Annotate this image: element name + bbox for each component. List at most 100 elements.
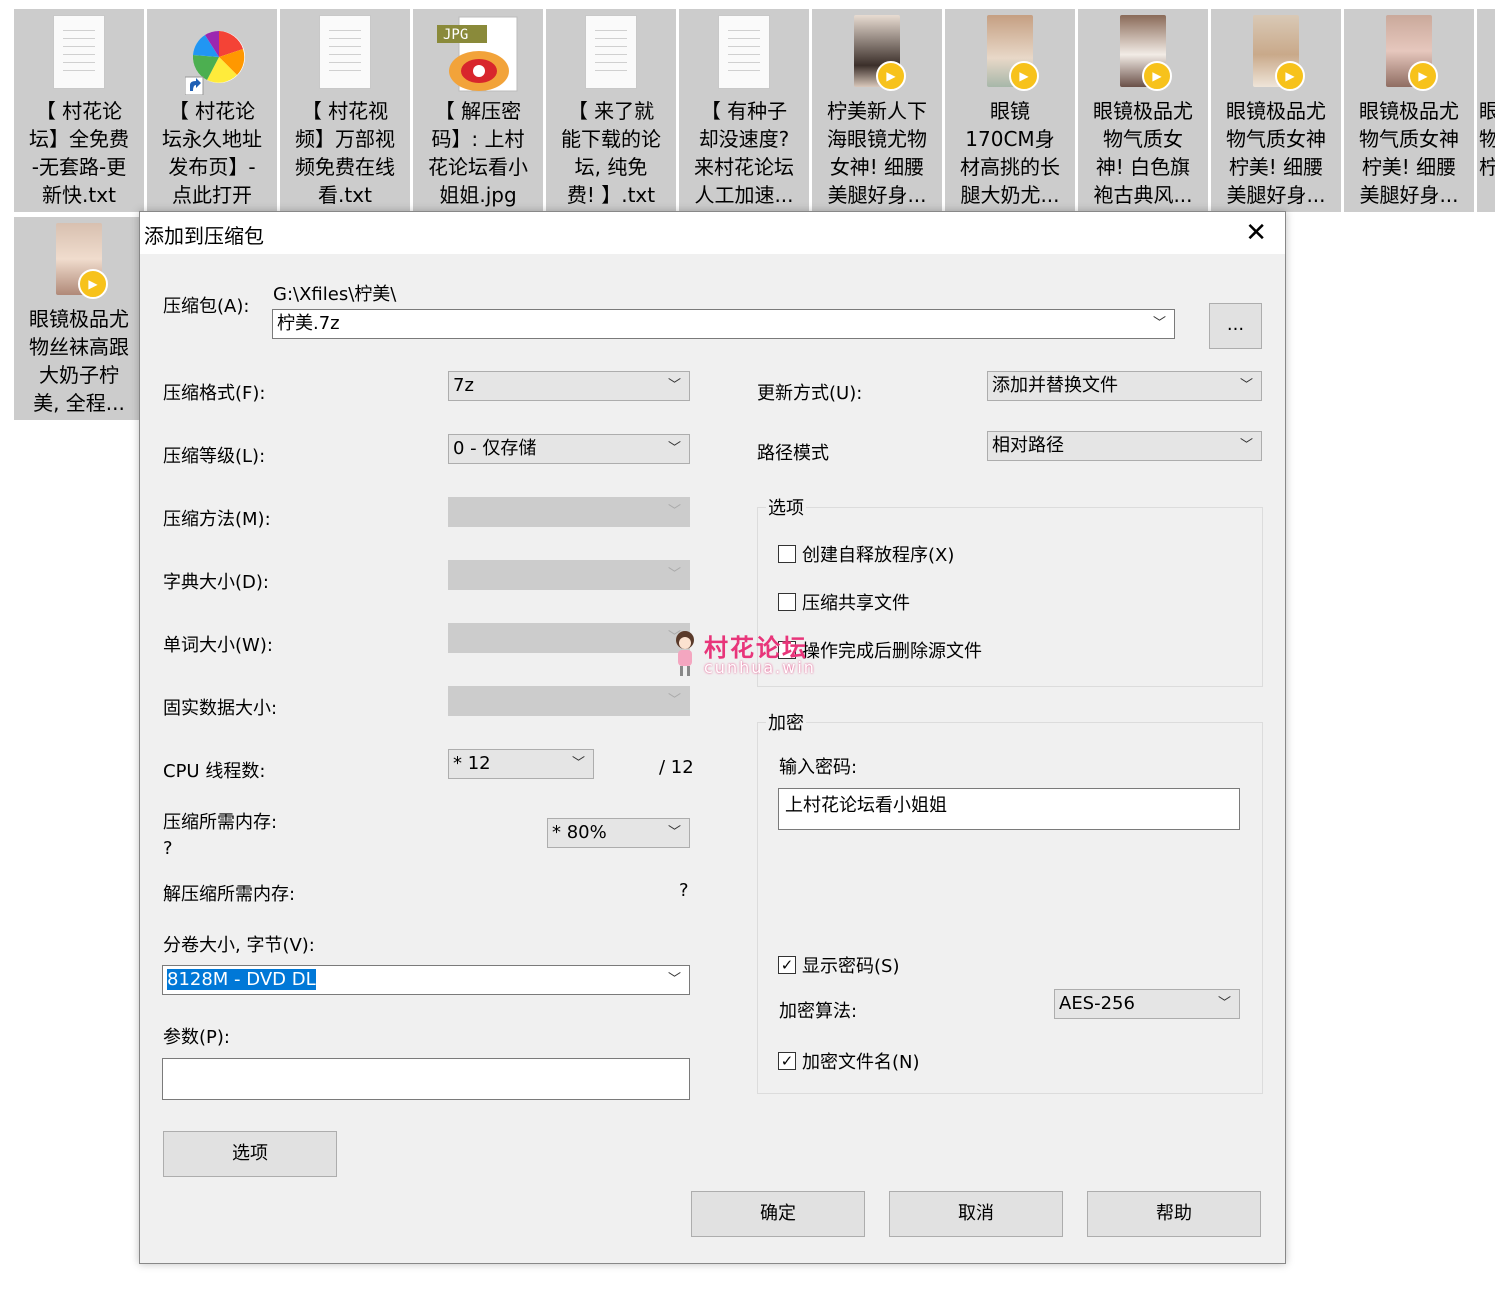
video-thumbnail: ▶	[1249, 15, 1305, 95]
play-icon: ▶	[78, 269, 108, 299]
help-button[interactable]: 帮助	[1087, 1191, 1261, 1237]
video-thumbnail: ▶	[983, 15, 1039, 95]
browse-button[interactable]: ...	[1209, 303, 1262, 349]
checkbox-unchecked-icon	[778, 641, 796, 659]
level-label: 压缩等级(L):	[163, 446, 266, 467]
file-item[interactable]: ▶ 眼镜极品尤 物丝袜高跟 大奶子柠 美, 全程...	[14, 217, 144, 420]
dialog-title: 添加到压缩包	[144, 224, 264, 248]
chevron-down-icon: ﹀	[667, 504, 681, 519]
video-thumbnail: ▶	[1382, 15, 1438, 95]
delete-label: 操作完成后删除源文件	[802, 641, 982, 662]
mem-percent-select[interactable]: * 80% ﹀	[547, 818, 690, 848]
file-item[interactable]: ▶ 眼镜极品尤 物气质女神 柠美! 细腰 美腿好身...	[1344, 9, 1474, 212]
show-password-label: 显示密码(S)	[802, 956, 900, 977]
archive-label: 压缩包(A):	[163, 296, 250, 317]
file-item[interactable]: ▶ 柠美新人下 海眼镜尤物 女神! 细腰 美腿好身...	[812, 9, 942, 212]
word-label: 单词大小(W):	[163, 635, 273, 656]
archive-name-combo[interactable]: 柠美.7z ﹀	[272, 309, 1175, 339]
dict-select: ﹀	[448, 560, 690, 590]
text-file-icon	[717, 15, 771, 95]
video-thumbnail: ▶	[1116, 15, 1172, 95]
video-thumbnail: ▶	[850, 15, 906, 95]
chevron-down-icon: ﹀	[667, 441, 681, 456]
cancel-button[interactable]: 取消	[889, 1191, 1063, 1237]
checkbox-unchecked-icon	[778, 545, 796, 563]
text-file-icon	[584, 15, 638, 95]
play-icon: ▶	[1408, 61, 1438, 91]
cpu-select[interactable]: * 12 ﹀	[448, 749, 594, 779]
file-name: 眼镜 170CM身 材高挑的长 腿大奶尤...	[960, 99, 1060, 207]
file-item[interactable]: 【 来了就 能下载的论 坛, 纯免 费! 】.txt	[546, 9, 676, 212]
chevron-down-icon: ﹀	[667, 693, 681, 708]
chevron-down-icon: ﹀	[667, 825, 681, 840]
play-icon: ▶	[1009, 61, 1039, 91]
dialog-titlebar: 添加到压缩包 ✕	[140, 212, 1285, 254]
path-select[interactable]: 相对路径 ﹀	[987, 431, 1262, 461]
checkbox-unchecked-icon	[778, 593, 796, 611]
file-item[interactable]: 【 村花论 坛永久地址 发布页】- 点此打开	[147, 9, 277, 212]
update-label: 更新方式(U):	[757, 383, 863, 404]
cpu-value: * 12	[453, 753, 491, 774]
params-label: 参数(P):	[163, 1027, 230, 1048]
file-name: 【 解压密 码】: 上村 花论坛看小 姐姐.jpg	[428, 99, 528, 207]
file-item[interactable]: ▶ 眼镜极品尤 物气质女 神! 白色旗 袍古典风...	[1078, 9, 1208, 212]
word-select: ﹀	[448, 623, 690, 653]
encrypt-names-checkbox[interactable]: ✓ 加密文件名(N)	[778, 1048, 920, 1074]
password-label: 输入密码:	[779, 757, 858, 778]
close-icon[interactable]: ✕	[1245, 218, 1267, 248]
file-item[interactable]: 【 有种子 却没速度? 来村花论坛 人工加速...	[679, 9, 809, 212]
file-item[interactable]: 【 村花论 坛】全免费 -无套路-更 新快.txt	[14, 9, 144, 212]
file-item[interactable]: ▶ 眼镜 170CM身 材高挑的长 腿大奶尤...	[945, 9, 1075, 212]
file-name: 眼镜极品尤 物气质女神 柠美! 细腰 美腿好身...	[1226, 99, 1326, 207]
video-thumbnail: ▶	[52, 223, 108, 303]
level-value: 0 - 仅存储	[453, 438, 537, 459]
chevron-down-icon: ﹀	[667, 972, 681, 987]
play-icon: ▶	[876, 61, 906, 91]
update-select[interactable]: 添加并替换文件 ﹀	[987, 371, 1262, 401]
ok-button[interactable]: 确定	[691, 1191, 865, 1237]
level-select[interactable]: 0 - 仅存储 ﹀	[448, 434, 690, 464]
chevron-down-icon: ﹀	[667, 567, 681, 582]
archive-name-value: 柠美.7z	[277, 313, 340, 334]
text-file-icon	[318, 15, 372, 95]
file-name: 【 村花视 频】万部视 频免费在线 看.txt	[295, 99, 395, 207]
shared-label: 压缩共享文件	[802, 593, 910, 614]
mem-decomp-value: ?	[679, 880, 689, 901]
format-select[interactable]: 7z ﹀	[448, 371, 690, 401]
path-label: 路径模式	[757, 443, 829, 464]
chevron-down-icon: ﹀	[1217, 996, 1231, 1011]
mem-comp-label: 压缩所需内存:	[163, 812, 278, 833]
sfx-checkbox[interactable]: 创建自释放程序(X)	[778, 541, 954, 567]
file-name: 眼镜极品尤 物气质女神 柠美! 细腰 美腿好身...	[1359, 99, 1459, 207]
sfx-label: 创建自释放程序(X)	[802, 545, 955, 566]
volume-label: 分卷大小, 字节(V):	[163, 935, 315, 956]
file-name: 【 来了就 能下载的论 坛, 纯免 费! 】.txt	[561, 99, 661, 207]
file-name: 【 有种子 却没速度? 来村花论坛 人工加速...	[694, 99, 794, 207]
archive-path: G:\Xfiles\柠美\	[273, 284, 397, 305]
file-item[interactable]: 【 村花视 频】万部视 频免费在线 看.txt	[280, 9, 410, 212]
add-to-archive-dialog: 添加到压缩包 ✕ 压缩包(A): G:\Xfiles\柠美\ 柠美.7z ﹀ .…	[139, 211, 1286, 1264]
cpu-label: CPU 线程数:	[163, 761, 266, 782]
jpg-file-icon: JPG	[435, 15, 521, 95]
browser-shortcut-icon	[184, 15, 245, 96]
encrypt-names-label: 加密文件名(N)	[802, 1052, 920, 1073]
file-item[interactable]: 眼 物 柠	[1477, 9, 1495, 212]
file-name: 【 村花论 坛永久地址 发布页】- 点此打开	[162, 99, 262, 207]
algorithm-select[interactable]: AES-256 ﹀	[1054, 989, 1240, 1019]
chevron-down-icon: ﹀	[1152, 316, 1166, 331]
file-name: 眼镜极品尤 物气质女 神! 白色旗 袍古典风...	[1093, 99, 1193, 207]
show-password-checkbox[interactable]: ✓ 显示密码(S)	[778, 952, 899, 978]
options-button[interactable]: 选项	[163, 1131, 337, 1177]
checkmark-icon: ✓	[778, 1052, 796, 1070]
dict-label: 字典大小(D):	[163, 572, 269, 593]
path-value: 相对路径	[992, 435, 1064, 456]
password-input[interactable]: 上村花论坛看小姐姐	[778, 788, 1240, 830]
delete-checkbox[interactable]: 操作完成后删除源文件	[778, 637, 982, 663]
file-item[interactable]: JPG 【 解压密 码】: 上村 花论坛看小 姐姐.jpg	[413, 9, 543, 212]
mem-decomp-label: 解压缩所需内存:	[163, 884, 296, 905]
volume-combo[interactable]: 8128M - DVD DL ﹀	[162, 965, 690, 995]
file-item[interactable]: ▶ 眼镜极品尤 物气质女神 柠美! 细腰 美腿好身...	[1211, 9, 1341, 212]
params-input[interactable]	[162, 1058, 690, 1100]
play-icon: ▶	[1142, 61, 1172, 91]
shared-checkbox[interactable]: 压缩共享文件	[778, 589, 910, 615]
